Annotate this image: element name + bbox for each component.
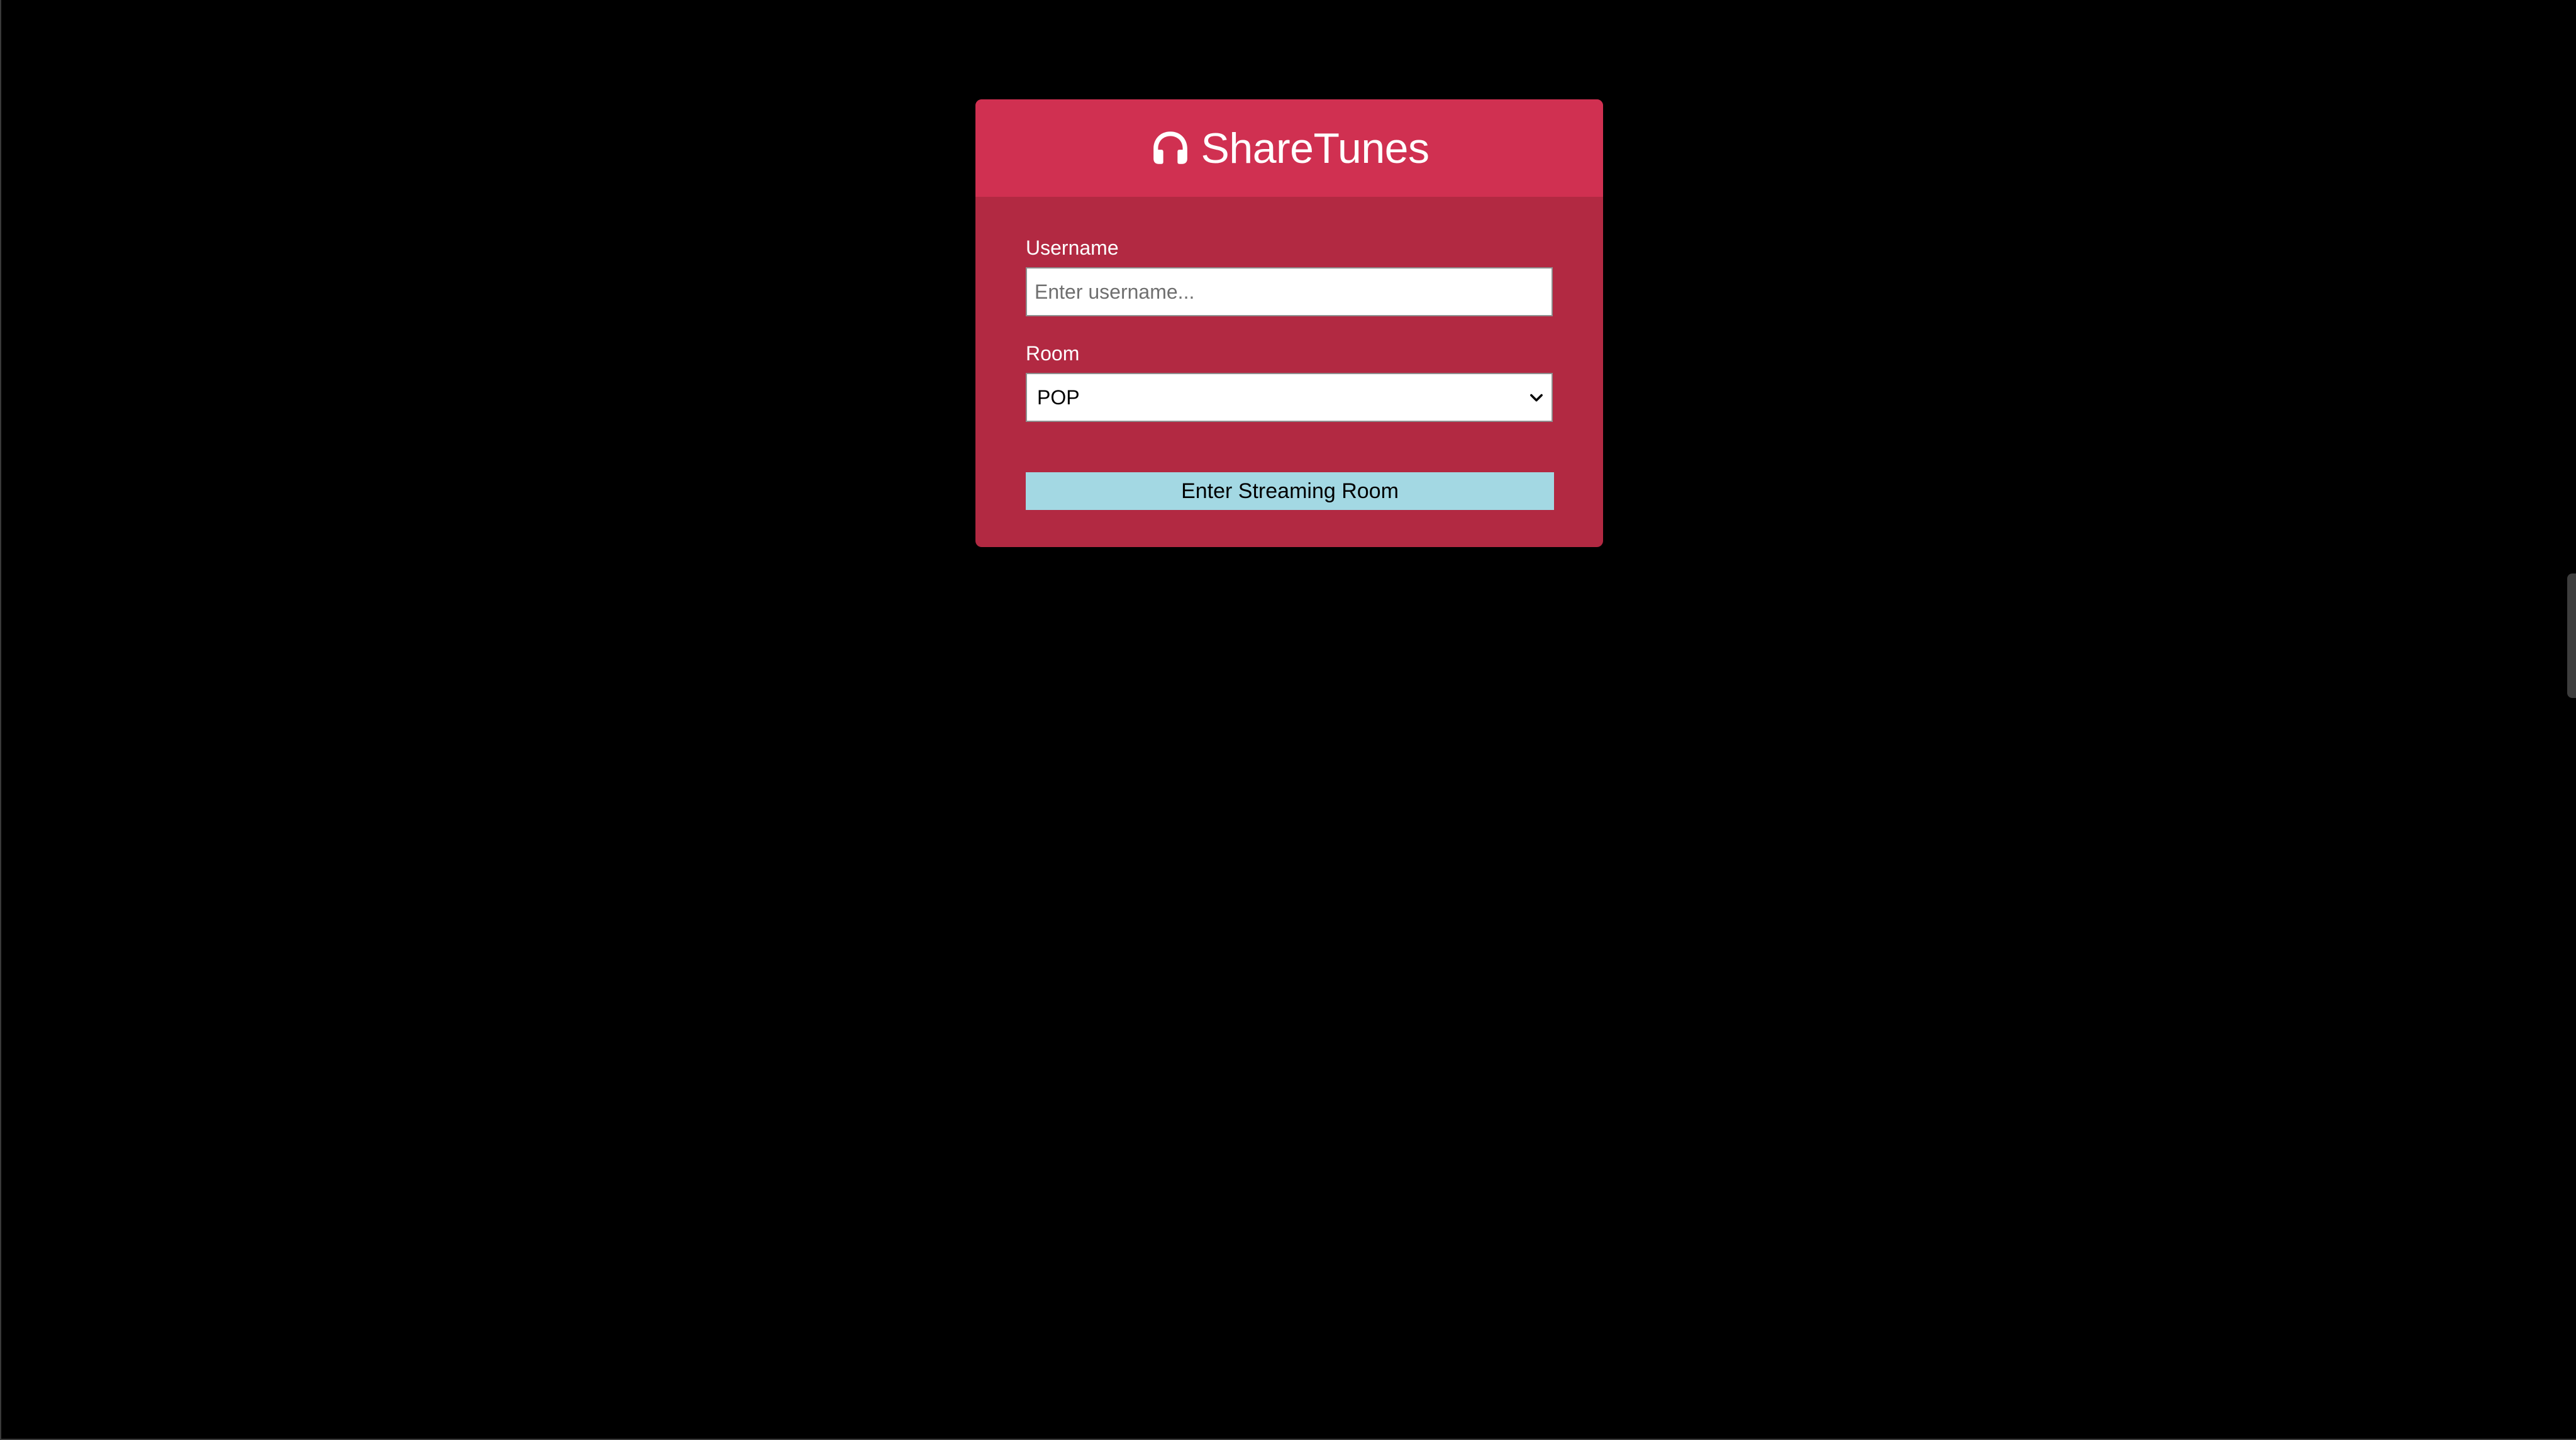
- card-body: Username Room POP Enter Streaming Room: [975, 236, 1603, 510]
- chevron-down-icon: [1530, 394, 1543, 402]
- enter-room-button[interactable]: Enter Streaming Room: [1026, 472, 1554, 510]
- scrollbar-thumb[interactable]: [2567, 573, 2576, 698]
- room-select[interactable]: POP: [1026, 373, 1553, 422]
- username-input[interactable]: [1026, 267, 1553, 316]
- join-card: ShareTunes Username Room POP Enter Strea…: [975, 99, 1603, 547]
- app-title: ShareTunes: [1201, 124, 1430, 172]
- room-selected-value: POP: [1037, 385, 1080, 409]
- room-label: Room: [1026, 342, 1080, 365]
- card-header: ShareTunes: [975, 99, 1603, 197]
- page-viewport: ShareTunes Username Room POP Enter Strea…: [0, 0, 2576, 1440]
- username-label: Username: [1026, 236, 1119, 259]
- headphones-icon: [1153, 131, 1187, 164]
